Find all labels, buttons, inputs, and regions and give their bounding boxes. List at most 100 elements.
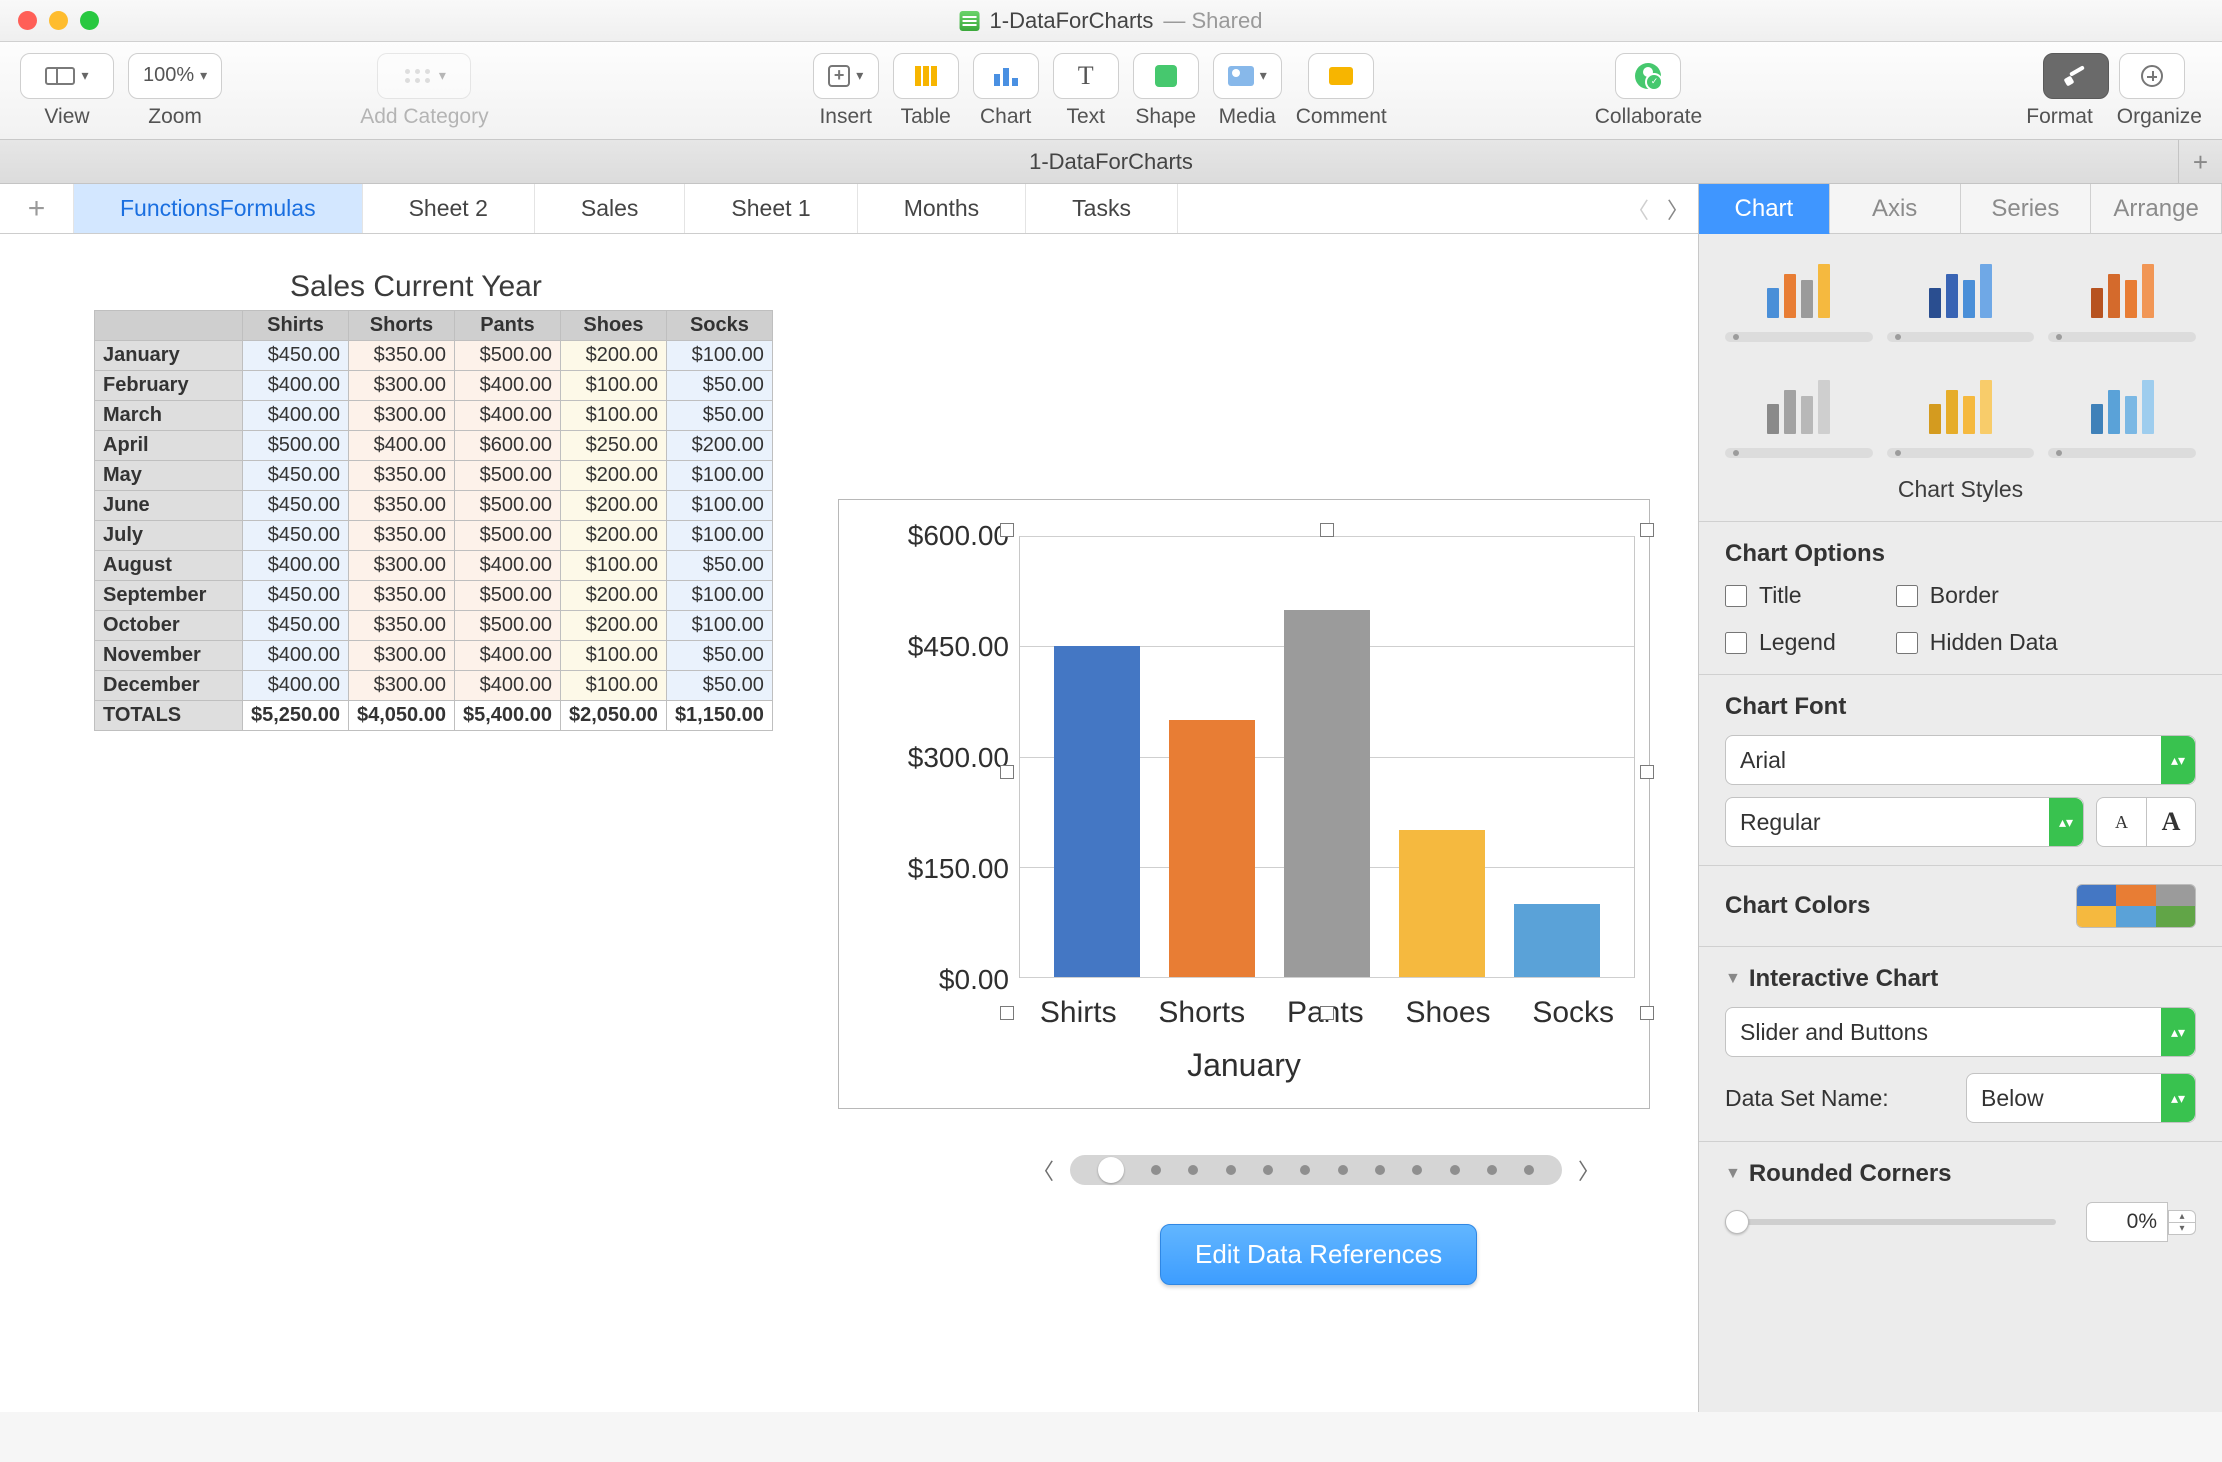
resize-handle[interactable] [1000,765,1014,779]
row-header[interactable]: November [95,641,243,671]
cell[interactable]: $400.00 [243,401,349,431]
cell[interactable]: $350.00 [348,491,454,521]
font-family-select[interactable]: Arial ▴▾ [1725,735,2196,785]
row-header[interactable]: February [95,371,243,401]
cell[interactable]: $500.00 [454,491,560,521]
resize-handle[interactable] [1320,523,1334,537]
rounded-corners-value[interactable]: 0% [2086,1202,2168,1242]
format-button[interactable] [2043,53,2109,99]
resize-handle[interactable] [1640,1006,1654,1020]
stepper-up-icon[interactable]: ▴ [2168,1210,2196,1223]
chart-button[interactable] [973,53,1039,99]
row-header[interactable]: September [95,581,243,611]
view-button[interactable]: ▾ [20,53,114,99]
table-button[interactable] [893,53,959,99]
sheet-tab[interactable]: FunctionsFormulas [74,184,363,233]
chart-style-thumbnail[interactable] [2048,368,2196,442]
minimize-window-button[interactable] [49,11,68,30]
cell[interactable]: $300.00 [348,671,454,701]
resize-handle[interactable] [1000,523,1014,537]
cell[interactable]: $400.00 [454,641,560,671]
cell[interactable]: $300.00 [348,371,454,401]
data-table[interactable]: ShirtsShortsPantsShoesSocksJanuary$450.0… [94,310,773,731]
cell[interactable]: $200.00 [560,521,666,551]
slider-track[interactable] [1070,1155,1562,1185]
cell[interactable]: $400.00 [454,671,560,701]
legend-checkbox[interactable]: Legend [1725,629,1836,656]
cell[interactable]: $450.00 [243,491,349,521]
sheet-nav-prev[interactable]: 〈 [1618,184,1658,233]
cell[interactable]: $400.00 [243,671,349,701]
cell[interactable]: $200.00 [666,431,772,461]
cell[interactable]: $400.00 [454,401,560,431]
stepper-down-icon[interactable]: ▾ [2168,1223,2196,1235]
slider-thumb[interactable] [1098,1157,1124,1183]
inspector-tab[interactable]: Chart [1699,184,1830,234]
column-header[interactable]: Pants [454,311,560,341]
sheet-tab[interactable]: Tasks [1026,184,1178,233]
cell[interactable]: $300.00 [348,551,454,581]
cell[interactable]: $500.00 [454,581,560,611]
cell[interactable]: $100.00 [560,371,666,401]
title-checkbox[interactable]: Title [1725,582,1836,609]
cell[interactable]: $200.00 [560,581,666,611]
zoom-button[interactable]: 100%▾ [128,53,222,99]
rounded-corners-stepper[interactable]: ▴▾ [2168,1210,2196,1235]
dataset-name-select[interactable]: Below ▴▾ [1966,1073,2196,1123]
cell[interactable]: $50.00 [666,371,772,401]
cell[interactable]: $400.00 [243,641,349,671]
chart-colors-button[interactable] [2076,884,2196,928]
inspector-tab[interactable]: Axis [1830,184,1961,234]
column-header[interactable]: Shoes [560,311,666,341]
cell[interactable]: $100.00 [666,341,772,371]
cell[interactable]: $200.00 [560,491,666,521]
cell[interactable]: $100.00 [560,551,666,581]
row-header[interactable]: June [95,491,243,521]
resize-handle[interactable] [1320,1006,1334,1020]
cell[interactable]: $450.00 [243,611,349,641]
slider-next-button[interactable]: 〉 [1572,1153,1606,1187]
interactive-chart-heading[interactable]: ▼Interactive Chart [1725,965,2196,993]
add-category-button[interactable]: ▾ [377,53,471,99]
rounded-corners-slider[interactable] [1725,1219,2056,1225]
row-header[interactable]: July [95,521,243,551]
cell[interactable]: $500.00 [243,431,349,461]
cell[interactable]: $350.00 [348,611,454,641]
cell[interactable]: $100.00 [560,671,666,701]
chart-style-thumbnail[interactable] [2048,252,2196,326]
organize-button[interactable] [2119,53,2185,99]
cell[interactable]: $200.00 [560,461,666,491]
cell[interactable]: $400.00 [454,371,560,401]
row-header[interactable]: October [95,611,243,641]
cell[interactable]: $50.00 [666,551,772,581]
chart-dataset-slider[interactable]: 〈 〉 [1026,1150,1606,1190]
insert-button[interactable]: +▾ [813,53,879,99]
hidden-data-checkbox[interactable]: Hidden Data [1896,629,2058,656]
cell[interactable]: $500.00 [454,461,560,491]
cell[interactable]: $250.00 [560,431,666,461]
slider-thumb[interactable] [1725,1210,1749,1234]
slider-prev-button[interactable]: 〈 [1026,1153,1060,1187]
font-style-select[interactable]: Regular ▴▾ [1725,797,2084,847]
chart-style-thumbnail[interactable] [1887,368,2035,442]
column-header[interactable]: Shorts [348,311,454,341]
cell[interactable]: $100.00 [666,491,772,521]
cell[interactable]: $450.00 [243,341,349,371]
chart-style-thumbnail[interactable] [1725,252,1873,326]
sheet-tab[interactable]: Sheet 1 [685,184,857,233]
cell[interactable]: $200.00 [560,341,666,371]
cell[interactable]: $100.00 [666,611,772,641]
cell[interactable]: $350.00 [348,341,454,371]
cell[interactable]: $100.00 [560,641,666,671]
row-header[interactable]: April [95,431,243,461]
column-header[interactable]: Shirts [243,311,349,341]
sheet-tab[interactable]: Sales [535,184,686,233]
row-header[interactable]: December [95,671,243,701]
sheet-nav-next[interactable]: 〉 [1658,184,1698,233]
cell[interactable]: $450.00 [243,581,349,611]
cell[interactable]: $400.00 [348,431,454,461]
inspector-tab[interactable]: Series [1961,184,2092,234]
interactive-mode-select[interactable]: Slider and Buttons ▴▾ [1725,1007,2196,1057]
cell[interactable]: $100.00 [666,521,772,551]
border-checkbox[interactable]: Border [1896,582,2058,609]
